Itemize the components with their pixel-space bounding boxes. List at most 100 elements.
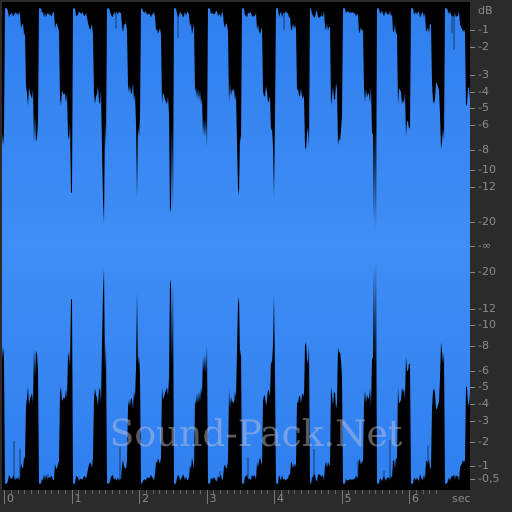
db-tick: [470, 246, 475, 247]
db-label: -10: [478, 318, 496, 331]
db-label: -∞: [478, 239, 492, 252]
time-minor-tick: [388, 490, 390, 494]
time-minor-tick: [287, 490, 289, 494]
time-minor-tick: [172, 490, 174, 494]
db-label: -6: [478, 364, 489, 377]
db-label: -4: [478, 397, 489, 410]
db-label: -12: [478, 180, 496, 193]
db-label: -20: [478, 265, 496, 278]
time-minor-tick: [220, 490, 221, 494]
time-minor-tick: [368, 490, 370, 494]
db-tick: [470, 222, 475, 223]
db-label: -12: [478, 302, 496, 315]
time-tick: [139, 490, 140, 504]
time-minor-tick: [186, 490, 188, 494]
db-label: -8: [478, 339, 489, 352]
time-minor-tick: [85, 490, 86, 494]
time-minor-tick: [199, 490, 201, 494]
time-minor-tick: [361, 490, 363, 494]
time-minor-tick: [145, 490, 147, 494]
time-minor-tick: [253, 490, 255, 494]
time-minor-tick: [226, 490, 228, 494]
db-label: -1: [478, 23, 489, 36]
time-minor-tick: [179, 490, 181, 494]
db-label: -1: [478, 459, 489, 472]
time-minor-tick: [193, 490, 194, 494]
db-tick: [470, 30, 475, 31]
time-minor-tick: [159, 490, 161, 494]
db-tick: [470, 47, 475, 48]
time-minor-tick: [422, 490, 424, 494]
time-minor-tick: [64, 490, 66, 494]
time-minor-tick: [98, 490, 100, 494]
db-tick: [470, 187, 475, 188]
time-tick: [206, 490, 208, 504]
db-tick: [470, 466, 475, 467]
time-minor-tick: [314, 490, 316, 494]
time-minor-tick: [213, 490, 215, 494]
db-tick: [470, 442, 475, 443]
time-minor-tick: [44, 490, 46, 494]
audio-editor-view: dB -1 -2 -3 -4 -5 -6 -8 -10 -12 -20 -∞ -20 -12 -10 -8 -…: [0, 0, 512, 512]
db-label: -5: [478, 101, 489, 114]
time-minor-tick: [294, 490, 296, 494]
time-minor-tick: [436, 490, 437, 494]
db-tick: [470, 404, 475, 405]
time-minor-tick: [118, 490, 120, 494]
time-minor-tick: [78, 490, 80, 494]
time-minor-tick: [301, 490, 302, 494]
time-tick: [71, 490, 73, 504]
time-minor-tick: [24, 490, 26, 494]
db-tick: [470, 125, 475, 126]
db-label: -5: [478, 380, 489, 393]
time-minor-tick: [382, 490, 383, 494]
waveform-path: [2, 8, 470, 484]
time-minor-tick: [247, 490, 248, 494]
db-tick: [470, 108, 475, 109]
db-tick: [470, 309, 475, 310]
waveform-display[interactable]: [2, 2, 470, 490]
time-minor-tick: [91, 490, 93, 494]
time-minor-tick: [51, 490, 53, 494]
time-tick: [341, 490, 343, 504]
time-minor-tick: [31, 490, 32, 494]
db-label: -2: [478, 435, 489, 448]
time-tick: [409, 490, 410, 504]
db-tick: [470, 272, 475, 273]
time-minor-tick: [355, 490, 356, 494]
db-label: -0,5: [478, 472, 500, 485]
db-tick: [470, 325, 475, 326]
time-minor-tick: [267, 490, 269, 494]
time-unit-label: sec: [452, 492, 471, 505]
time-minor-tick: [260, 490, 262, 494]
time-minor-tick: [132, 490, 134, 494]
time-minor-tick: [58, 490, 59, 494]
time-tick: [4, 490, 5, 504]
time-ruler[interactable]: sec 0123456: [2, 490, 510, 510]
time-minor-tick: [328, 490, 329, 494]
time-minor-tick: [334, 490, 336, 494]
db-label: -4: [478, 85, 489, 98]
db-tick: [470, 387, 475, 388]
db-label: -2: [478, 40, 489, 53]
time-minor-tick: [166, 490, 167, 494]
db-label: -10: [478, 163, 496, 176]
time-minor-tick: [280, 490, 282, 494]
db-tick: [470, 150, 475, 151]
db-ruler: dB -1 -2 -3 -4 -5 -6 -8 -10 -12 -20 -∞ -20 -12 -10 -8 -…: [470, 2, 510, 490]
time-tick: [274, 490, 275, 504]
time-minor-tick: [307, 490, 309, 494]
db-label: -3: [478, 414, 489, 427]
time-minor-tick: [152, 490, 154, 494]
waveform-canvas[interactable]: [2, 2, 470, 490]
time-minor-tick: [112, 490, 113, 494]
db-tick: [470, 346, 475, 347]
time-minor-tick: [321, 490, 323, 494]
db-tick: [470, 371, 475, 372]
time-minor-tick: [395, 490, 397, 494]
time-minor-tick: [10, 490, 12, 494]
db-label: -6: [478, 118, 489, 131]
time-minor-tick: [125, 490, 127, 494]
time-minor-tick: [415, 490, 417, 494]
time-minor-tick: [17, 490, 19, 494]
